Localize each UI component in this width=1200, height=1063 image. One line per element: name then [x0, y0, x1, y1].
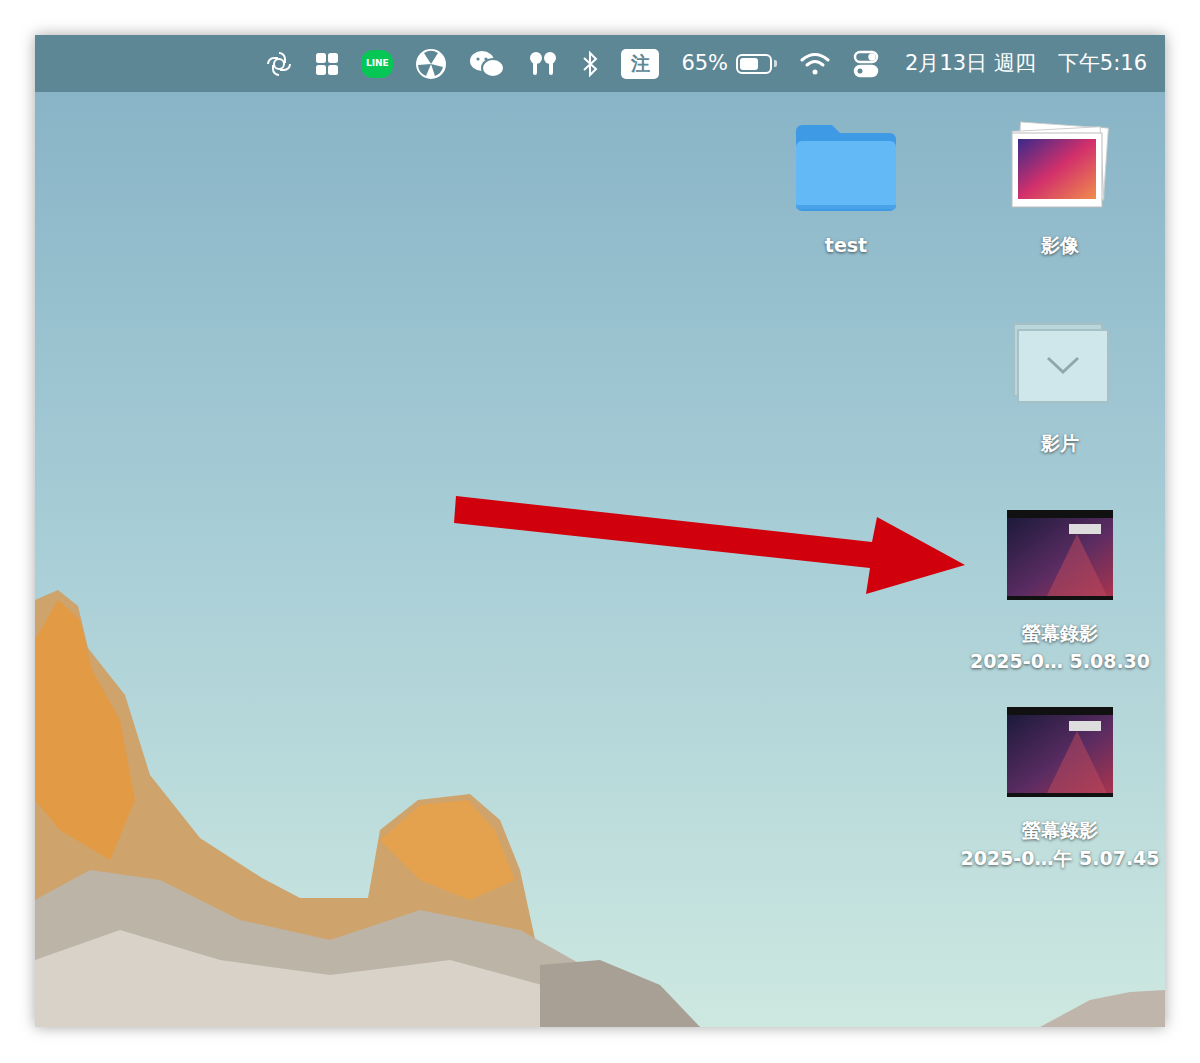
label-line: test: [825, 231, 867, 259]
wifi-icon: [799, 51, 831, 77]
chatgpt-icon[interactable]: [265, 50, 293, 78]
desktop-icon-label: test: [825, 231, 867, 259]
movie-stack-icon: [1010, 322, 1110, 408]
chatgpt-icon: [265, 50, 293, 78]
folder-icon: [792, 121, 900, 213]
label-line: 影像: [1041, 231, 1079, 259]
input-method-label: 注: [631, 54, 650, 73]
photo-stack-icon: [1008, 121, 1112, 213]
label-line: 螢幕錄影: [1022, 619, 1098, 647]
wechat-icon[interactable]: [469, 49, 505, 79]
label-line: 2025-0…午 5.07.45: [960, 844, 1159, 872]
recording-icon: [1007, 505, 1113, 605]
screenshot-frame: LINE注65%2月13日 週四下午5:16 test影像影片螢幕錄影2025-…: [35, 35, 1165, 1027]
label-line: 影片: [1041, 429, 1079, 457]
desktop-icon-label: 螢幕錄影2025-0…午 5.07.45: [960, 816, 1159, 872]
desktop-icon[interactable]: 影像: [960, 117, 1160, 259]
desktop-icon-label: 影像: [1041, 231, 1079, 259]
battery-status[interactable]: 65%: [681, 48, 777, 80]
label-line: 2025-0… 5.08.30: [970, 647, 1150, 675]
line-icon-label: LINE: [366, 59, 389, 68]
desktop-icon-label: 影片: [1041, 429, 1079, 457]
battery-nub: [774, 60, 777, 67]
recording-icon: [1007, 510, 1113, 600]
folder-icon: [792, 117, 900, 217]
widgets-icon[interactable]: [315, 52, 339, 76]
widgets-icon: [315, 52, 339, 76]
app-icon[interactable]: [415, 48, 447, 80]
recording-icon: [1007, 707, 1113, 797]
app-icon: [415, 48, 447, 80]
menu-date[interactable]: 2月13日 週四: [905, 48, 1036, 80]
battery-fill: [740, 58, 758, 70]
label-line: 螢幕錄影: [1022, 816, 1098, 844]
desktop-icon-label: 螢幕錄影2025-0… 5.08.30: [970, 619, 1150, 675]
wallpaper-rocks: [35, 35, 1165, 1027]
wechat-icon: [469, 49, 505, 79]
control-center-icon: [853, 50, 879, 78]
line-icon[interactable]: LINE: [361, 50, 393, 78]
desktop: test影像影片螢幕錄影2025-0… 5.08.30螢幕錄影2025-0…午 …: [35, 35, 1165, 1027]
desktop-icon[interactable]: 螢幕錄影2025-0… 5.08.30: [960, 505, 1160, 675]
desktop-icon[interactable]: 螢幕錄影2025-0…午 5.07.45: [960, 702, 1160, 872]
airpods-icon[interactable]: [527, 50, 559, 78]
recording-icon: [1007, 702, 1113, 802]
menu-bar: LINE 注 65% 2月13日 週四下午5:16: [35, 35, 1165, 92]
input-method-badge[interactable]: 注: [621, 49, 659, 79]
red-arrow-icon: [0, 0, 1200, 1063]
airpods-icon: [527, 50, 559, 78]
battery-reading: 65%: [681, 48, 728, 80]
battery-icon: [736, 54, 772, 74]
movie-stack-icon: [1010, 315, 1110, 415]
desktop-icon[interactable]: 影片: [960, 315, 1160, 457]
wifi-icon[interactable]: [799, 51, 831, 77]
photo-stack-icon: [1008, 117, 1112, 217]
bluetooth-icon[interactable]: [581, 50, 599, 78]
desktop-icon[interactable]: test: [746, 117, 946, 259]
bluetooth-icon: [581, 50, 599, 78]
menu-time[interactable]: 下午5:16: [1058, 48, 1147, 80]
control-center-icon[interactable]: [853, 50, 879, 78]
